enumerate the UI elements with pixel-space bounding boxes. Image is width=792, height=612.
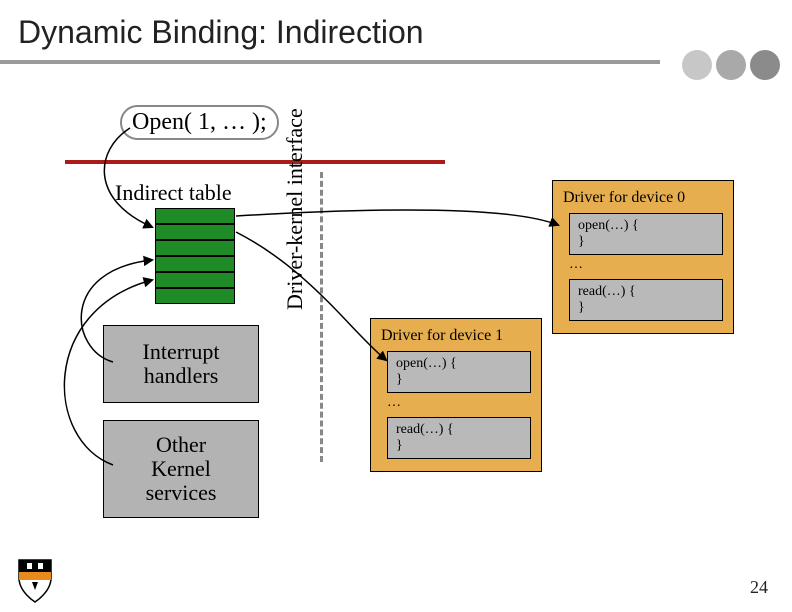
other-kernel-services-label: Other Kernel services: [146, 433, 217, 506]
other-kernel-services-box: Other Kernel services: [103, 420, 259, 518]
driver-0-header: Driver for device 0: [563, 189, 723, 207]
indirect-table-label: Indirect table: [115, 180, 232, 206]
open-call-text: Open( 1, … );: [120, 105, 279, 140]
driver-1-header: Driver for device 1: [381, 327, 531, 345]
page-number: 24: [750, 577, 768, 598]
red-separator: [65, 160, 445, 164]
driver-1-ellipsis: …: [387, 395, 531, 411]
interrupt-handlers-label: Interrupt handlers: [143, 340, 220, 388]
indirect-table: [155, 208, 235, 304]
princeton-shield-icon: [14, 556, 56, 604]
slide-title: Dynamic Binding: Indirection: [18, 14, 424, 51]
driver-0-read-method: read(…) { }: [569, 279, 723, 321]
driver-1-read-method: read(…) { }: [387, 417, 531, 459]
title-underline: [0, 60, 660, 64]
decorative-dots: [682, 50, 780, 80]
driver-kernel-interface-label: Driver-kernel interface: [282, 108, 308, 310]
driver-0-open-method: open(…) { }: [569, 213, 723, 255]
driver-device-0-panel: Driver for device 0 open(…) { } … read(……: [552, 180, 734, 334]
driver-1-open-method: open(…) { }: [387, 351, 531, 393]
driver-0-ellipsis: …: [569, 257, 723, 273]
driver-kernel-interface-line: [320, 172, 323, 462]
driver-device-1-panel: Driver for device 1 open(…) { } … read(……: [370, 318, 542, 472]
interrupt-handlers-box: Interrupt handlers: [103, 325, 259, 403]
